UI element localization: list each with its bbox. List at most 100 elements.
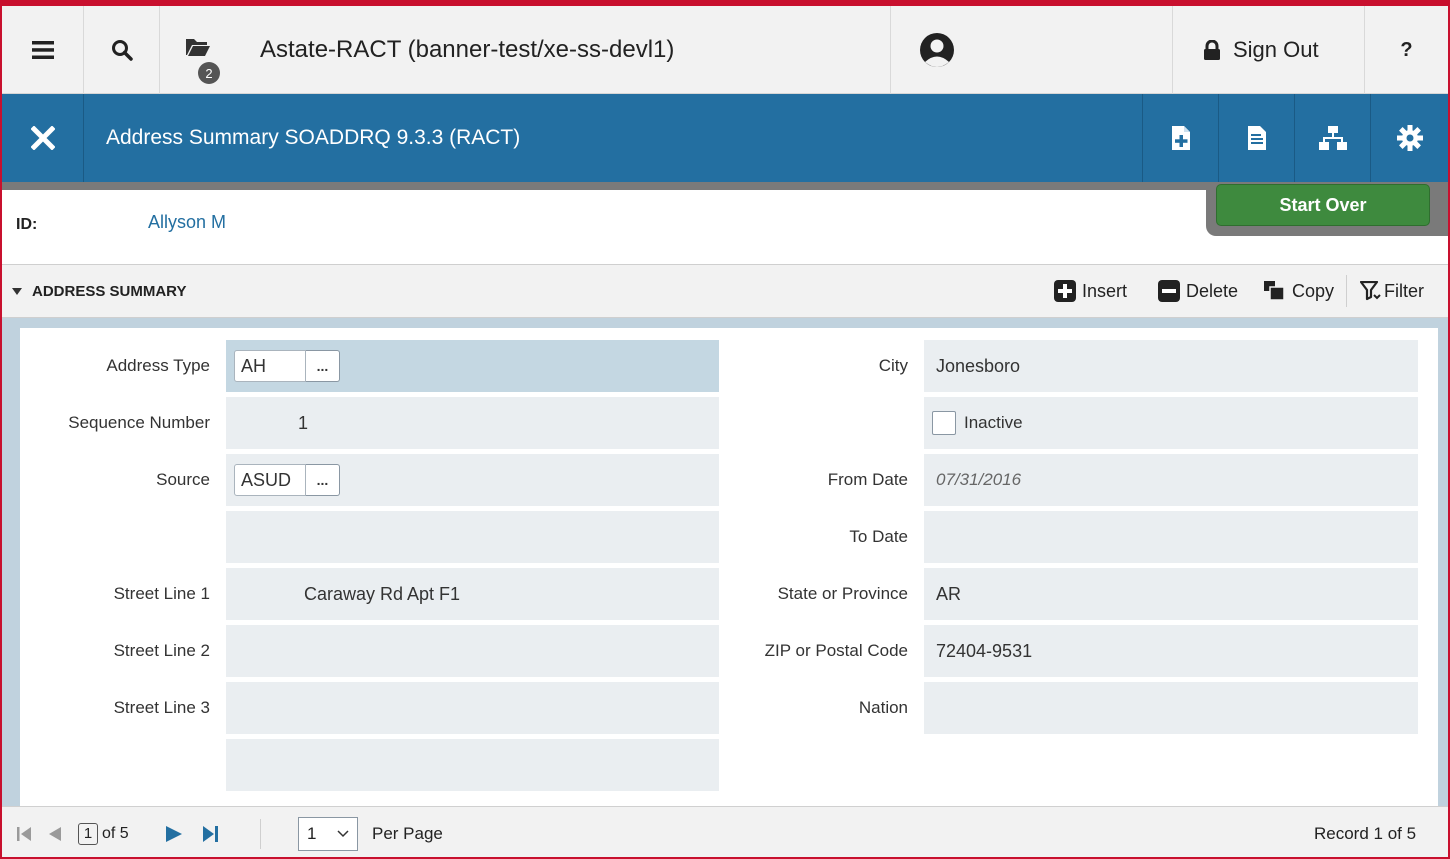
section-title: ADDRESS SUMMARY (32, 282, 187, 300)
current-page-input[interactable]: 1 (78, 822, 98, 845)
city-label: City (878, 356, 908, 375)
insert-label: Insert (1082, 280, 1128, 301)
last-page-button[interactable] (202, 807, 220, 857)
to-date-field[interactable] (924, 511, 1418, 563)
new-record-button[interactable] (1142, 94, 1218, 182)
app-frame: 2 Astate-RACT (banner-test/xe-ss-devl1) … (0, 0, 1450, 859)
recent-count-badge: 2 (198, 62, 220, 84)
street-line-1-label: Street Line 1 (113, 584, 210, 603)
hierarchy-icon (1318, 126, 1347, 150)
per-page-value: 1 (307, 823, 317, 843)
page-count: of 5 (102, 824, 129, 842)
copy-icon (1264, 281, 1286, 301)
search-icon (111, 40, 133, 61)
from-date-label: From Date (827, 470, 908, 489)
divider (1346, 275, 1347, 307)
chevron-down-icon (337, 829, 349, 837)
previous-page-button[interactable] (46, 807, 62, 857)
inactive-label: Inactive (964, 413, 1023, 432)
top-bar: 2 Astate-RACT (banner-test/xe-ss-devl1) … (2, 6, 1448, 94)
zip-label: ZIP or Postal Code (764, 641, 908, 660)
search-button[interactable] (84, 6, 160, 94)
minus-square-icon (1158, 280, 1180, 302)
nation-field[interactable] (924, 682, 1418, 734)
close-icon (30, 126, 55, 150)
lock-icon (1204, 40, 1220, 60)
copy-label: Copy (1292, 280, 1335, 301)
tools-hierarchy-button[interactable] (1294, 94, 1370, 182)
id-label: ID: (16, 216, 38, 233)
delete-label: Delete (1186, 280, 1239, 301)
filter-button[interactable]: Filter (1360, 265, 1424, 317)
record-count: Record 1 of 5 (1314, 823, 1417, 843)
street-line-1-field[interactable]: Caraway Rd Apt F1 (226, 568, 719, 620)
add-document-icon (1171, 126, 1190, 150)
per-page-select[interactable]: 1 (298, 816, 358, 851)
start-over-button[interactable]: Start Over (1216, 184, 1430, 226)
insert-button[interactable]: Insert (1054, 265, 1127, 317)
address-type-label: Address Type (106, 356, 210, 375)
source-field[interactable]: ASUD ... (226, 454, 719, 506)
address-type-input[interactable]: AH (234, 350, 306, 382)
from-date-field[interactable]: 07/31/2016 (924, 454, 1418, 506)
address-summary-form: Address Type AH ... Sequence Number 1 So… (20, 328, 1438, 806)
address-summary-section-header: ADDRESS SUMMARY Insert Delete Copy Filte… (2, 264, 1448, 318)
zip-field[interactable]: 72404-9531 (924, 625, 1418, 677)
empty-field[interactable] (226, 511, 719, 563)
street-line-3-label: Street Line 3 (113, 698, 210, 717)
per-page-control: 1 Per Page (298, 807, 443, 857)
city-field[interactable]: Jonesboro (924, 340, 1418, 392)
street-line-2-field[interactable] (226, 625, 719, 677)
page-indicator: 1 of 5 (78, 807, 129, 857)
sign-out-button[interactable]: Sign Out (1173, 6, 1365, 94)
source-input[interactable]: ASUD (234, 464, 306, 496)
inactive-checkbox[interactable] (932, 411, 956, 435)
nation-label: Nation (858, 698, 908, 717)
address-summary-form-area: Address Type AH ... Sequence Number 1 So… (2, 318, 1448, 806)
copy-button[interactable]: Copy (1264, 265, 1334, 317)
caret-down-icon (12, 287, 22, 295)
to-date-label: To Date (849, 527, 908, 546)
pagination-bar: 1 of 5 1 Per Page Record 1 of 5 (2, 806, 1448, 857)
plus-square-icon (1054, 280, 1076, 302)
close-button[interactable] (2, 94, 84, 182)
sign-out-label: Sign Out (1233, 37, 1319, 62)
next-page-icon (166, 825, 182, 842)
source-label: Source (156, 470, 210, 489)
sequence-number-label: Sequence Number (68, 413, 210, 432)
last-page-icon (203, 825, 218, 842)
filter-label: Filter (1384, 280, 1424, 301)
previous-page-icon (49, 826, 61, 841)
related-icon (1247, 126, 1266, 150)
user-avatar-icon (920, 33, 954, 67)
source-lookup-button[interactable]: ... (306, 464, 340, 496)
empty-field[interactable] (226, 739, 719, 791)
first-page-button[interactable] (16, 807, 32, 857)
inactive-field: Inactive (924, 397, 1418, 449)
user-button[interactable] (891, 6, 991, 94)
state-field[interactable]: AR (924, 568, 1418, 620)
street-line-3-field[interactable] (226, 682, 719, 734)
street-line-2-label: Street Line 2 (113, 641, 210, 660)
menu-button[interactable] (2, 6, 84, 94)
related-button[interactable] (1218, 94, 1294, 182)
source-lov[interactable]: ASUD ... (234, 464, 340, 496)
first-page-icon (17, 826, 31, 841)
page-title: Address Summary SOADDRQ 9.3.3 (RACT) (106, 126, 521, 149)
state-label: State or Province (777, 584, 908, 603)
app-title: Astate-RACT (banner-test/xe-ss-devl1) (260, 36, 675, 63)
sequence-number-field[interactable]: 1 (226, 397, 719, 449)
settings-button[interactable] (1370, 94, 1448, 182)
filter-icon (1360, 281, 1382, 301)
help-button[interactable]: ? (1365, 6, 1448, 94)
id-value[interactable]: Allyson M (148, 212, 226, 233)
section-collapse-toggle[interactable]: ADDRESS SUMMARY (12, 265, 186, 317)
divider (260, 819, 261, 849)
address-type-field[interactable]: AH ... (226, 340, 719, 392)
delete-button[interactable]: Delete (1158, 265, 1238, 317)
settings-icon (1396, 125, 1423, 151)
address-type-lov[interactable]: AH ... (234, 350, 340, 382)
address-type-lookup-button[interactable]: ... (306, 350, 340, 382)
next-page-button[interactable] (164, 807, 184, 857)
folder-icon (186, 39, 210, 56)
